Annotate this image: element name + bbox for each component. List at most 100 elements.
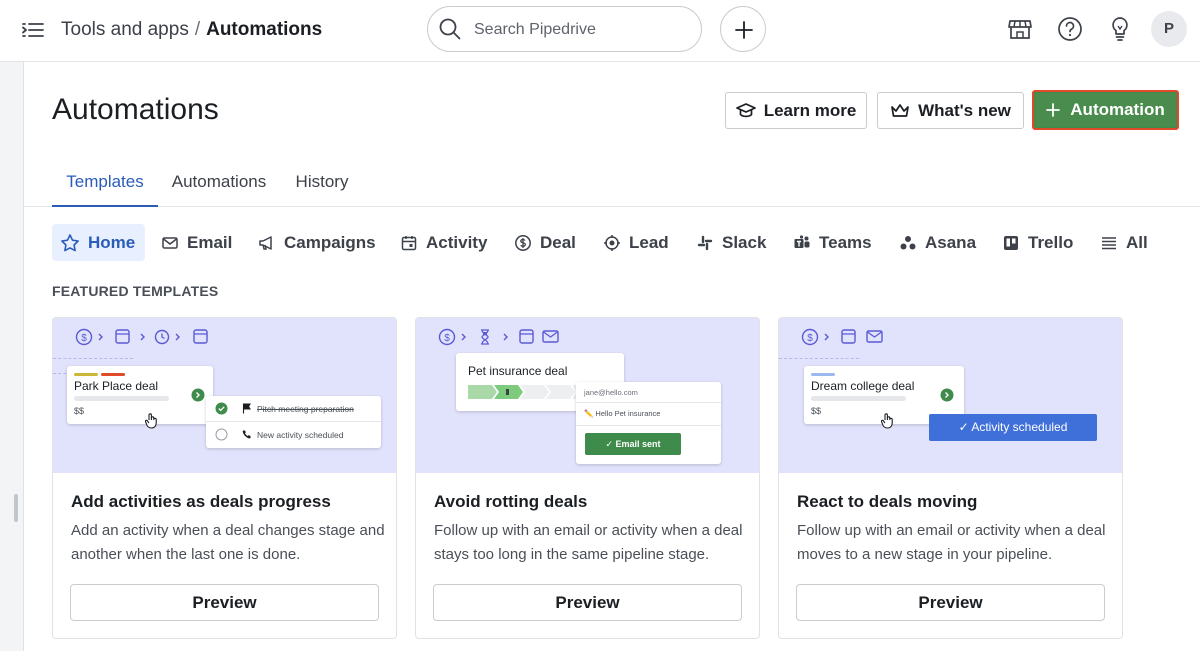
email-sent-label: Email sent [615,439,661,449]
phone-icon [242,430,251,439]
target-icon [604,234,620,251]
flag-icon [242,403,251,414]
category-label: Deal [540,232,576,252]
hand-cursor-icon [144,413,157,429]
tab-history[interactable]: History [286,165,358,207]
preview-button[interactable]: Preview [70,584,379,621]
breadcrumb: Tools and apps / Automations [61,18,322,42]
category-label: Activity [426,232,488,252]
category-label: Home [88,232,136,252]
marketplace-icon[interactable] [1006,15,1034,43]
category-campaigns[interactable]: Campaigns [258,224,384,261]
whats-new-label: What's new [918,100,1011,120]
plus-icon [735,21,753,39]
new-activity: New activity scheduled [257,430,344,440]
activity-mini-card: Pitch meeting preparation New activity s… [206,396,381,448]
card-illustration: $ Park Place deal $$ Pitch meeting prepa… [53,318,396,473]
tab-templates[interactable]: Templates [52,165,158,207]
category-label: Trello [1028,232,1074,252]
category-label: Teams [819,232,872,252]
learn-more-button[interactable]: Learn more [725,92,867,129]
arrow-circle-icon [940,388,954,402]
completed-activity: Pitch meeting preparation [257,404,354,414]
breadcrumb-current: Automations [206,19,323,40]
deal-value: $$ [811,406,822,416]
template-card[interactable]: $ Dream college deal $$ ✓ Activity sched… [778,317,1123,639]
card-title: Add activities as deals progress [71,492,331,511]
left-rail [0,62,24,651]
calendar-icon [401,235,417,250]
svg-text:$: $ [807,333,813,344]
list-icon [1102,236,1116,249]
category-label: Campaigns [284,232,376,252]
help-icon[interactable] [1056,15,1084,43]
learn-more-label: Learn more [763,100,857,120]
activity-scheduled-label: Activity scheduled [971,420,1068,434]
avatar[interactable]: P [1151,11,1187,47]
category-trello[interactable]: Trello [1002,224,1081,261]
graduation-cap-icon [735,102,756,117]
category-label: All [1126,232,1148,252]
add-automation-button[interactable]: Automation [1032,90,1179,130]
category-label: Asana [925,232,977,252]
template-card[interactable]: $ Park Place deal $$ Pitch meeting prepa… [52,317,397,639]
email-sent-badge: ✓ Email sent [585,433,681,455]
activity-scheduled-badge: ✓ Activity scheduled [929,414,1097,441]
email-body: ✏️ Hello Pet insurance [584,409,661,418]
whats-new-button[interactable]: What's new [877,92,1024,129]
email-recipient: jane@hello.com [584,388,638,397]
search-box[interactable] [427,6,702,52]
deal-name: Pet insurance deal [468,364,568,378]
card-title: React to deals moving [797,492,978,511]
check-icon: ✓ [958,420,969,434]
card-illustration: $ Pet insurance deal jane@hello.com ✏️ H… [416,318,759,473]
arrow-circle-icon [191,388,205,402]
check-circle-icon [215,402,228,415]
breadcrumb-tools-and-apps[interactable]: Tools and apps [61,19,189,40]
category-deal[interactable]: Deal [514,224,584,261]
plus-icon [1046,103,1061,117]
category-slack[interactable]: Slack [696,224,774,261]
preview-button[interactable]: Preview [796,584,1105,621]
crown-icon [891,103,909,117]
deal-value: $$ [74,406,85,416]
sidebar-toggle-icon[interactable] [20,17,46,43]
workflow-steps-icon: $ [801,328,883,346]
search-input[interactable] [474,19,689,41]
category-activity[interactable]: Activity [400,224,495,261]
card-description: Follow up with an email or activity when… [434,522,743,563]
template-card[interactable]: $ Pet insurance deal jane@hello.com ✏️ H… [415,317,760,639]
mail-icon [162,236,178,249]
megaphone-icon [259,235,272,250]
star-icon [61,233,79,251]
category-asana[interactable]: Asana [899,224,984,261]
category-home[interactable]: Home [52,224,146,261]
resize-handle[interactable] [14,494,18,522]
hand-cursor-icon [880,413,893,429]
asana-icon [900,235,916,249]
category-lead[interactable]: Lead [603,224,677,261]
category-label: Slack [722,232,767,252]
tab-automations[interactable]: Automations [166,165,272,207]
teams-icon [794,234,810,248]
category-teams[interactable]: Teams [793,224,880,261]
page-title: Automations [52,93,219,126]
svg-text:$: $ [444,333,450,344]
lightbulb-icon[interactable] [1106,15,1134,43]
deal-name: Dream college deal [811,379,915,393]
quick-add-button[interactable] [720,6,766,52]
category-email[interactable]: Email [161,224,240,261]
empty-circle-icon [215,428,228,441]
workflow-steps-icon: $ [438,328,559,346]
preview-button[interactable]: Preview [433,584,742,621]
deal-name: Park Place deal [74,379,159,393]
check-icon: ✓ [605,439,613,449]
card-description: Follow up with an email or activity when… [797,522,1106,563]
category-label: Lead [629,232,669,252]
trello-icon [1004,235,1018,250]
deal-mini-card: Park Place deal $$ [67,366,213,424]
slack-icon [697,235,713,250]
category-all[interactable]: All [1100,224,1156,261]
card-illustration: $ Dream college deal $$ ✓ Activity sched… [779,318,1122,473]
category-label: Email [187,232,233,252]
